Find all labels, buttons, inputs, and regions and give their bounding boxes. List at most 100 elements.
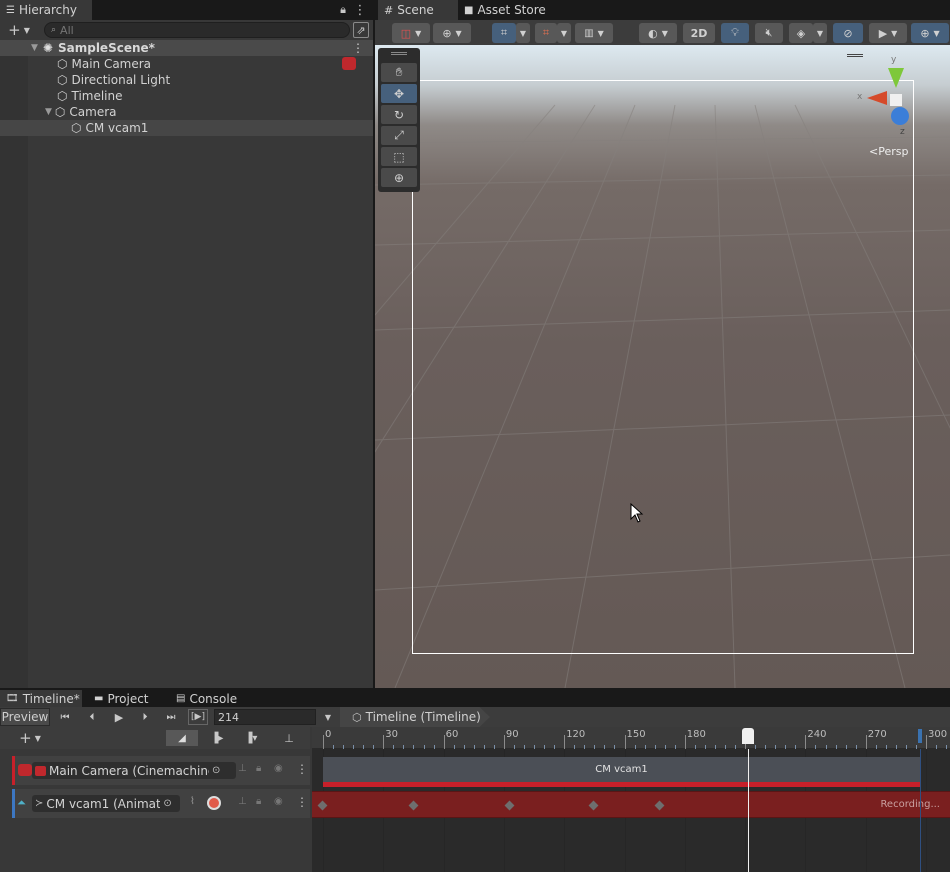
global-local-dropdown[interactable]: ⊕ ▼ — [433, 23, 471, 43]
hierarchy-item-cm-vcam1[interactable]: ⬡ CM vcam1 — [0, 120, 373, 136]
hierarchy-item-camera[interactable]: ▼ ⬡ Camera — [0, 104, 373, 120]
scene-search-icon[interactable]: ⇗ — [353, 22, 369, 38]
play-icon[interactable]: ▶ — [110, 709, 128, 725]
hierarchy-item-timeline[interactable]: ⬡ Timeline — [0, 88, 373, 104]
search-input[interactable] — [60, 23, 321, 37]
tab-asset-store[interactable]: ■ Asset Store — [458, 0, 553, 20]
keyframe[interactable] — [504, 800, 515, 811]
keyframe[interactable] — [588, 800, 599, 811]
audio-toggle[interactable]: 🔇︎ — [755, 23, 783, 43]
track-pin-icon[interactable]: ⊥ — [238, 763, 247, 774]
grid-snapping-dropdown[interactable]: ▼ — [516, 23, 530, 43]
add-track-icon[interactable]: + ▼ — [12, 729, 48, 747]
rect-tool-button[interactable]: ⬚ — [381, 147, 417, 166]
rotate-tool-button[interactable]: ↻ — [381, 105, 417, 124]
frame-format-dropdown-icon[interactable]: ▼ — [320, 709, 336, 725]
timeline-breadcrumb[interactable]: ⬡ Timeline (Timeline) — [340, 707, 490, 727]
orientation-gizmo[interactable]: y x z <Persp — [847, 50, 947, 160]
tab-timeline[interactable]: 🎞︎ Timeline* — [0, 690, 82, 707]
keyframe[interactable] — [317, 800, 328, 811]
more-options-icon[interactable]: ⋮ — [354, 2, 367, 18]
scene-row[interactable]: ▼ ✺ SampleScene* ⋮ — [0, 40, 373, 56]
scene-menu-icon[interactable]: ⋮ — [352, 41, 364, 55]
track-menu-icon[interactable]: ⋮ — [296, 795, 308, 809]
gizmo-x-cone[interactable] — [867, 91, 887, 105]
scale-tool-button[interactable]: ⤢ — [381, 126, 417, 145]
hand-tool-button[interactable]: ✋︎ — [381, 63, 417, 82]
keyframe[interactable] — [654, 800, 665, 811]
grid-snapping-button[interactable]: ⌗ — [492, 23, 516, 43]
preview-button[interactable]: Preview — [0, 708, 50, 726]
track-mute-eye-icon[interactable]: ◉ — [274, 796, 283, 807]
hidden-objects-toggle[interactable]: ⊘ — [833, 23, 863, 43]
persp-label[interactable]: <Persp — [869, 145, 908, 158]
palette-drag-handle[interactable] — [391, 52, 407, 55]
track-lock-icon[interactable]: 🔒︎ — [256, 763, 261, 774]
gizmo-z-cone[interactable] — [891, 107, 909, 125]
edit-mode-ripple-icon[interactable]: ▐▸ — [204, 730, 230, 746]
tab-project[interactable]: ▬ Project — [88, 690, 168, 707]
gizmo-y-cone[interactable] — [888, 68, 904, 88]
track-menu-icon[interactable]: ⋮ — [296, 762, 308, 776]
scene-viewport[interactable]: ✋︎ ✥ ↻ ⤢ ⬚ ⊕ y x z <Persp — [375, 45, 950, 688]
gizmos-button[interactable]: ⊕ ▼ — [911, 23, 949, 43]
draw-mode-dropdown[interactable]: ◫ ▼ — [392, 23, 430, 43]
go-to-end-icon[interactable]: ⏭︎ — [162, 709, 180, 725]
effects-toggle[interactable]: ◈ — [789, 23, 813, 43]
hierarchy-item-directional-light[interactable]: ⬡ Directional Light — [0, 72, 373, 88]
add-icon[interactable]: + ▼ — [2, 21, 36, 39]
tab-timeline-label: Timeline* — [22, 691, 80, 706]
transform-tool-button[interactable]: ⊕ — [381, 168, 417, 187]
pin-icon[interactable]: ⊥ — [280, 730, 298, 746]
playhead-line — [748, 749, 749, 872]
hierarchy-item-main-camera[interactable]: ⬡ Main Camera — [0, 56, 373, 72]
track-area[interactable]: CM vcam1 Recording... — [312, 749, 950, 872]
recording-track[interactable]: Recording... — [312, 791, 950, 818]
track-header-cinemachine[interactable]: Main Camera (Cinemachine ⊙ ⊥ 🔒︎ ◉ ⋮ — [12, 756, 310, 785]
track-header-animation[interactable]: ⏶ ≻ CM vcam1 (Animato ⊙ ⌇ ⊥ 🔒︎ ◉ ⋮ — [12, 789, 310, 818]
tab-console[interactable]: ▤ Console — [170, 690, 250, 707]
mouse-cursor-icon — [630, 503, 644, 523]
track-binding-field[interactable]: ≻ CM vcam1 (Animato ⊙ — [32, 795, 180, 812]
curves-icon[interactable]: ⌇ — [190, 796, 195, 807]
move-tool-button[interactable]: ✥ — [381, 84, 417, 103]
go-to-start-icon[interactable]: ⏮︎ — [56, 709, 74, 725]
keyframe[interactable] — [408, 800, 419, 811]
time-ruler[interactable]: 03060901201501800240270300 — [312, 727, 950, 749]
track-mute-eye-icon[interactable]: ◉ — [274, 763, 283, 774]
playhead-handle[interactable] — [742, 728, 754, 744]
gizmo-axis-z-label: z — [900, 127, 905, 137]
next-frame-icon[interactable]: ⏵︎ — [136, 709, 154, 725]
collapse-arrow-icon[interactable]: ▼ — [45, 107, 52, 117]
lighting-toggle[interactable]: 💡︎ — [721, 23, 749, 43]
track-lock-icon[interactable]: 🔒︎ — [256, 796, 261, 807]
track-binding-field[interactable]: Main Camera (Cinemachine ⊙ — [32, 762, 236, 779]
gizmo-center-cube[interactable] — [890, 94, 902, 106]
grid-snap-icon: ⌗ — [500, 26, 508, 39]
end-marker-handle[interactable] — [918, 729, 922, 743]
object-picker-icon[interactable]: ⊙ — [163, 798, 171, 809]
ruler-label: 240 — [807, 729, 827, 740]
previous-frame-icon[interactable]: ⏴︎ — [83, 709, 101, 725]
tab-scene[interactable]: # Scene — [378, 0, 458, 20]
increment-snap-button[interactable]: ⌗ — [535, 23, 557, 43]
collapse-arrow-icon[interactable]: ▼ — [31, 43, 38, 53]
edit-mode-mix-button[interactable]: ◢ — [166, 730, 198, 746]
search-field[interactable]: ⌕ — [44, 22, 350, 38]
ruler-button[interactable]: ▥ ▼ — [575, 23, 613, 43]
play-range-icon[interactable]: [▶] — [188, 709, 208, 725]
track-pin-icon[interactable]: ⊥ — [238, 796, 247, 807]
increment-snap-dropdown[interactable]: ▼ — [557, 23, 571, 43]
camera-settings-button[interactable]: ▶ ▼ — [869, 23, 907, 43]
record-button-icon[interactable] — [207, 796, 221, 810]
edit-mode-replace-icon[interactable]: ▐▾ — [238, 730, 264, 746]
mode-2d-button[interactable]: 2D — [683, 23, 715, 43]
gizmo-menu-icon[interactable] — [847, 54, 863, 57]
frame-field[interactable] — [214, 709, 316, 725]
shading-dropdown[interactable]: ◐ ▼ — [639, 23, 677, 43]
tab-hierarchy[interactable]: ☰ Hierarchy — [0, 0, 92, 20]
object-picker-icon[interactable]: ⊙ — [212, 765, 220, 776]
cinemachine-clip[interactable]: CM vcam1 — [323, 757, 920, 787]
lock-icon[interactable]: 🔒︎ — [336, 2, 350, 18]
effects-dropdown[interactable]: ▼ — [813, 23, 827, 43]
